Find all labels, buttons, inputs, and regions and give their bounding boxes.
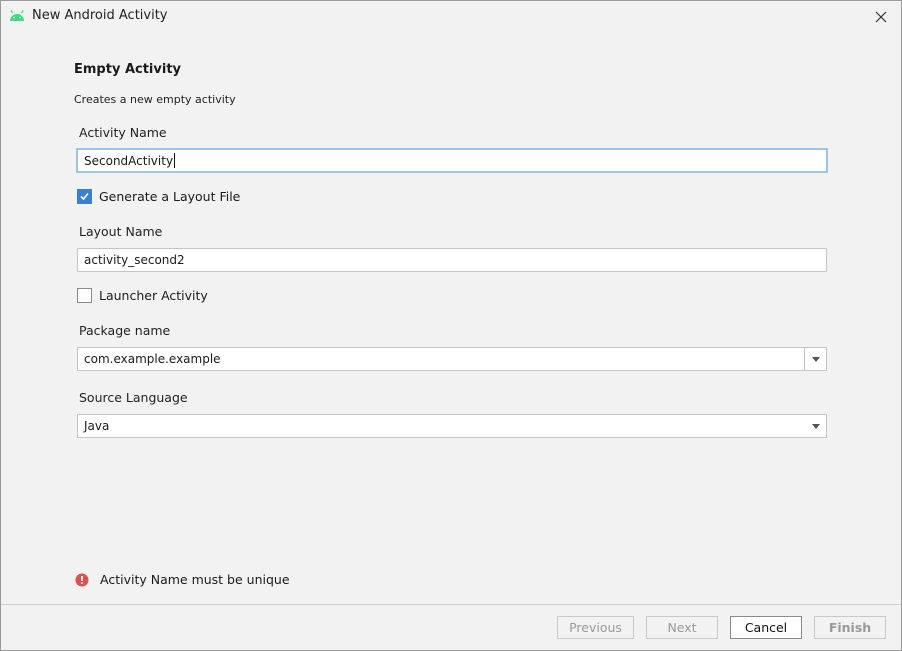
new-activity-dialog: New Android Activity Empty Activity Crea… [0, 0, 902, 651]
launcher-activity-checkbox[interactable] [77, 288, 92, 303]
package-name-label: Package name [79, 323, 171, 338]
chevron-down-icon [811, 356, 820, 362]
source-language-dropdown-button[interactable] [805, 415, 826, 437]
title-bar: New Android Activity [1, 1, 901, 33]
launcher-activity-option[interactable]: Launcher Activity [77, 288, 208, 303]
generate-layout-checkbox[interactable] [77, 189, 92, 204]
text-caret [174, 153, 176, 168]
template-heading: Empty Activity [74, 62, 182, 77]
package-name-value[interactable]: com.example.example [78, 352, 804, 366]
activity-name-field[interactable]: SecondActivity [76, 148, 828, 173]
checkmark-icon [80, 192, 89, 201]
activity-name-value: SecondActivity [84, 153, 174, 168]
activity-name-label: Activity Name [79, 125, 167, 140]
close-button[interactable] [867, 5, 895, 29]
source-language-select[interactable]: Java [77, 414, 827, 438]
layout-name-field[interactable]: activity_second2 [77, 248, 827, 272]
generate-layout-label: Generate a Layout File [99, 189, 241, 204]
finish-button[interactable]: Finish [814, 616, 886, 639]
previous-button[interactable]: Previous [557, 616, 634, 639]
cancel-button[interactable]: Cancel [730, 616, 802, 639]
template-description: Creates a new empty activity [74, 93, 236, 106]
window-title: New Android Activity [32, 8, 168, 23]
source-language-value: Java [84, 419, 110, 433]
footer-divider [1, 604, 901, 605]
launcher-activity-label: Launcher Activity [99, 288, 208, 303]
android-icon [10, 10, 24, 21]
validation-text: Activity Name must be unique [100, 572, 290, 587]
layout-name-label: Layout Name [79, 224, 163, 239]
next-button[interactable]: Next [646, 616, 718, 639]
layout-name-value: activity_second2 [84, 253, 185, 267]
error-icon [75, 573, 89, 586]
source-language-label: Source Language [79, 390, 188, 405]
chevron-down-icon [811, 423, 820, 429]
package-name-combo[interactable]: com.example.example [77, 347, 827, 371]
close-icon [875, 11, 887, 23]
package-name-dropdown-button[interactable] [804, 348, 826, 370]
generate-layout-option[interactable]: Generate a Layout File [77, 189, 240, 204]
validation-message: Activity Name must be unique [75, 572, 290, 587]
